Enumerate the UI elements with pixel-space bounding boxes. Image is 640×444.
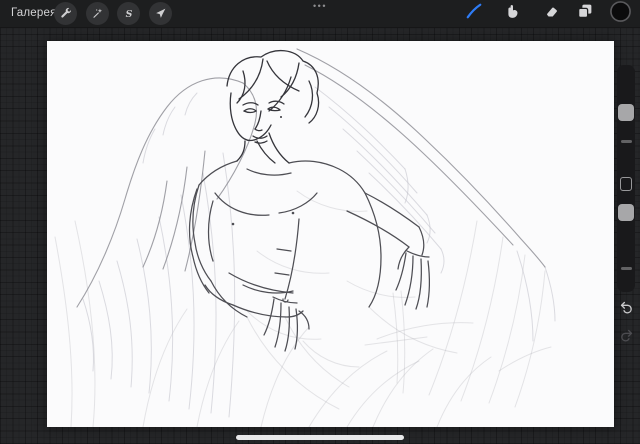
brush-size-tick <box>620 140 632 143</box>
smudge-finger-icon <box>504 3 521 25</box>
redo-button[interactable] <box>615 328 637 350</box>
brush-sidebar <box>617 65 635 292</box>
brush-size-slider[interactable] <box>618 104 634 121</box>
redo-icon <box>618 328 635 350</box>
eraser-button[interactable] <box>540 2 563 25</box>
smudge-button[interactable] <box>501 2 524 25</box>
sketch-wing-feathers <box>82 86 556 418</box>
procreate-screen: Галерея S ••• <box>0 0 640 444</box>
opacity-tick <box>620 267 632 270</box>
undo-icon <box>618 300 635 322</box>
brush-icon <box>464 1 484 26</box>
layers-icon <box>576 2 594 25</box>
color-well-icon <box>609 0 632 28</box>
undo-button[interactable] <box>615 300 637 322</box>
layers-button[interactable] <box>573 2 596 25</box>
sketch-figure <box>188 160 430 352</box>
angel-sketch <box>54 48 556 427</box>
opacity-slider[interactable] <box>618 204 634 221</box>
top-toolbar: Галерея S ••• <box>0 0 640 28</box>
home-indicator[interactable] <box>236 435 404 440</box>
color-well-button[interactable] <box>609 0 632 28</box>
modify-button[interactable] <box>620 177 632 191</box>
drawing-canvas[interactable] <box>47 41 614 427</box>
sketch-ghost-lines <box>54 190 552 427</box>
eraser-icon <box>543 3 560 25</box>
paint-brush-button[interactable] <box>462 2 485 25</box>
sketch-face-hair <box>226 50 320 164</box>
